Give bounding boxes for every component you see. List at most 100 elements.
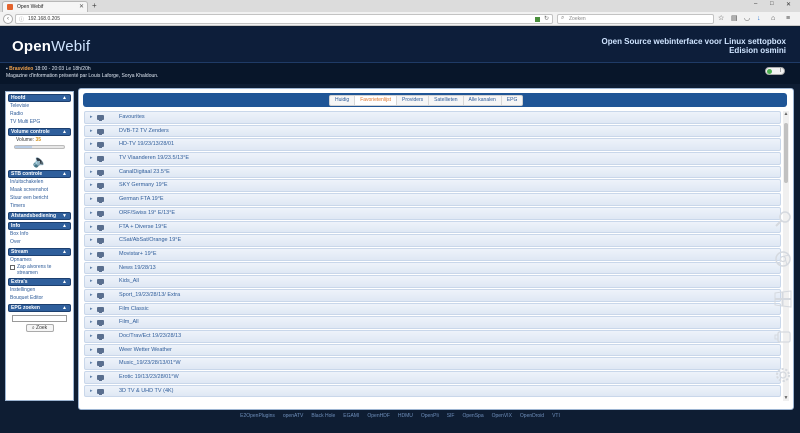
bouquet-name[interactable]: Kids_All	[119, 278, 139, 284]
expand-arrow-icon[interactable]: ▸	[90, 224, 93, 230]
sidebar-link-box-info[interactable]: Box Info	[8, 230, 71, 238]
bouquet-name[interactable]: 3D TV & UHD TV (4K)	[119, 388, 174, 394]
footer-link[interactable]: HDMU	[398, 413, 413, 419]
menu-icon[interactable]: ≡	[786, 14, 790, 24]
chrome-icon[interactable]	[773, 250, 793, 268]
sidebar-header-extras[interactable]: Extra's ▲	[8, 278, 71, 286]
sidebar-header-hoofd[interactable]: Hoofd ▲	[8, 94, 71, 102]
expand-arrow-icon[interactable]: ▸	[90, 319, 93, 325]
bouquet-name[interactable]: News 19/28/13	[119, 265, 156, 271]
collapse-icon[interactable]: ▲	[62, 171, 67, 177]
scroll-up-icon[interactable]: ▲	[783, 111, 789, 117]
expand-arrow-icon[interactable]: ▸	[90, 360, 93, 366]
sidebar-link-opnames[interactable]: Opnames	[8, 256, 71, 264]
sidebar-link-screenshot[interactable]: Maak screenshot	[8, 186, 71, 194]
footer-link[interactable]: E2OpenPlugins	[240, 413, 275, 419]
pocket-icon[interactable]: ◡	[744, 14, 750, 24]
sidebar-link-bouquet-editor[interactable]: Bouquet Editor	[8, 294, 71, 302]
sidebar-link-power[interactable]: In/uitschakelen	[8, 178, 71, 186]
expand-arrow-icon[interactable]: ▸	[90, 141, 93, 147]
footer-link[interactable]: openATV	[283, 413, 303, 419]
footer-link[interactable]: SIF	[447, 413, 455, 419]
bouquet-row[interactable]: ▸ Sport_19/23/28/13/ Extra	[84, 288, 781, 302]
bouquet-row[interactable]: ▸ HD-TV 19/23/13/28/01	[84, 138, 781, 152]
bouquet-row[interactable]: ▸ Movistar+ 19°E	[84, 247, 781, 261]
windows-icon[interactable]	[773, 290, 793, 308]
remote-icon[interactable]	[773, 328, 793, 346]
expand-arrow-icon[interactable]: ▸	[90, 169, 93, 175]
speaker-icon[interactable]: 🔈	[33, 154, 48, 168]
epg-search-input[interactable]	[12, 315, 67, 322]
expand-arrow-icon[interactable]: ▸	[90, 265, 93, 271]
close-tab-icon[interactable]: ✕	[79, 3, 84, 10]
footer-link[interactable]: OpenDroid	[520, 413, 544, 419]
bouquet-row[interactable]: ▸ Film_All	[84, 316, 781, 329]
expand-arrow-icon[interactable]: ▸	[90, 306, 93, 312]
bouquet-row[interactable]: ▸ News 19/28/13	[84, 261, 781, 275]
collapse-icon[interactable]: ▲	[62, 223, 67, 229]
expand-icon[interactable]: ▼	[62, 213, 67, 219]
bouquet-name[interactable]: German FTA 19°E	[119, 196, 164, 202]
expand-arrow-icon[interactable]: ▸	[90, 388, 93, 394]
expand-arrow-icon[interactable]: ▸	[90, 210, 93, 216]
bouquet-name[interactable]: Film Classic	[119, 306, 149, 312]
expand-arrow-icon[interactable]: ▸	[90, 196, 93, 202]
sidebar-header-info[interactable]: Info ▲	[8, 222, 71, 230]
bouquet-row[interactable]: ▸ Doc/Trav/Ect 19/23/28/13	[84, 330, 781, 343]
footer-link[interactable]: OpenPli	[421, 413, 439, 419]
expand-arrow-icon[interactable]: ▸	[90, 128, 93, 134]
download-icon[interactable]: ↓	[757, 14, 761, 24]
tab-alle-kanalen[interactable]: Alle kanalen	[464, 96, 502, 105]
minimize-button[interactable]: –	[754, 1, 757, 7]
search-bar[interactable]: ⌕ Zoeken	[557, 14, 714, 24]
url-bar[interactable]: ⓘ 192.168.0.205 ↻	[15, 14, 553, 24]
browser-tab[interactable]: Open Webif ✕	[2, 1, 88, 12]
reading-list-icon[interactable]: ▤	[731, 14, 738, 24]
reload-icon[interactable]: ↻	[544, 15, 549, 22]
bouquet-row[interactable]: ▸ Kids_All	[84, 275, 781, 288]
bouquet-row[interactable]: ▸ TV Vlaanderen 19/23.5/13°E	[84, 152, 781, 165]
bouquet-row[interactable]: ▸ DVB-T2 TV Zenders	[84, 124, 781, 138]
footer-link[interactable]: OpenSpa	[462, 413, 483, 419]
sidebar-header-volume[interactable]: Volume controle ▲	[8, 128, 71, 136]
expand-arrow-icon[interactable]: ▸	[90, 114, 93, 120]
bouquet-row[interactable]: ▸ SKY Germany 19°E	[84, 179, 781, 193]
bouquet-row[interactable]: ▸ 3D TV & UHD TV (4K)	[84, 384, 781, 398]
epg-search-button[interactable]: ⌕ Zoek	[25, 324, 54, 332]
footer-link[interactable]: OpenVIX	[492, 413, 512, 419]
bouquet-name[interactable]: Film_All	[119, 319, 139, 325]
footer-link[interactable]: EGAMI	[343, 413, 359, 419]
bouquet-name[interactable]: ORF/Swiss 19° E/13°E	[119, 210, 175, 216]
bouquet-name[interactable]: HD-TV 19/23/13/28/01	[119, 141, 174, 147]
bouquet-name[interactable]: Erotic 19/13/23/28/01°W	[119, 374, 179, 380]
collapse-icon[interactable]: ▲	[62, 249, 67, 255]
collapse-icon[interactable]: ▲	[62, 95, 67, 101]
collapse-icon[interactable]: ▲	[62, 279, 67, 285]
now-channel[interactable]: Brasvideo	[9, 66, 33, 72]
sidebar-link-televisie[interactable]: Televisie	[8, 102, 71, 110]
bouquet-row[interactable]: ▸ FTA + Diverse 19°E	[84, 220, 781, 234]
footer-link[interactable]: VTI	[552, 413, 560, 419]
magnifier-icon[interactable]	[773, 210, 793, 228]
expand-arrow-icon[interactable]: ▸	[90, 182, 93, 188]
scroll-down-icon[interactable]: ▼	[783, 395, 789, 401]
sidebar-link-timers[interactable]: Timers	[8, 202, 71, 210]
bouquet-row[interactable]: ▸ Erotic 19/13/23/28/01°W	[84, 371, 781, 384]
theme-toggle[interactable]: I	[765, 67, 785, 75]
sidebar-link-instellingen[interactable]: Instellingen	[8, 286, 71, 294]
bouquet-name[interactable]: Music_19/23/28/13/01°W	[119, 360, 181, 366]
maximize-button[interactable]: □	[770, 1, 774, 7]
gear-icon[interactable]	[773, 366, 793, 384]
bouquet-row[interactable]: ▸ German FTA 19°E	[84, 193, 781, 206]
expand-arrow-icon[interactable]: ▸	[90, 347, 93, 353]
volume-slider[interactable]	[14, 145, 65, 149]
close-window-button[interactable]: ✕	[786, 1, 791, 8]
bouquet-row[interactable]: ▸ Favourites	[84, 111, 781, 124]
bouquet-name[interactable]: Weer Wetter Weather	[119, 347, 172, 353]
sidebar-header-epg[interactable]: EPG zoeken ▲	[8, 304, 71, 312]
sidebar-link-over[interactable]: Over	[8, 238, 71, 246]
tab-epg[interactable]: EPG	[502, 96, 523, 105]
collapse-icon[interactable]: ▲	[62, 129, 67, 135]
expand-arrow-icon[interactable]: ▸	[90, 251, 93, 257]
bouquet-name[interactable]: Favourites	[119, 114, 145, 120]
